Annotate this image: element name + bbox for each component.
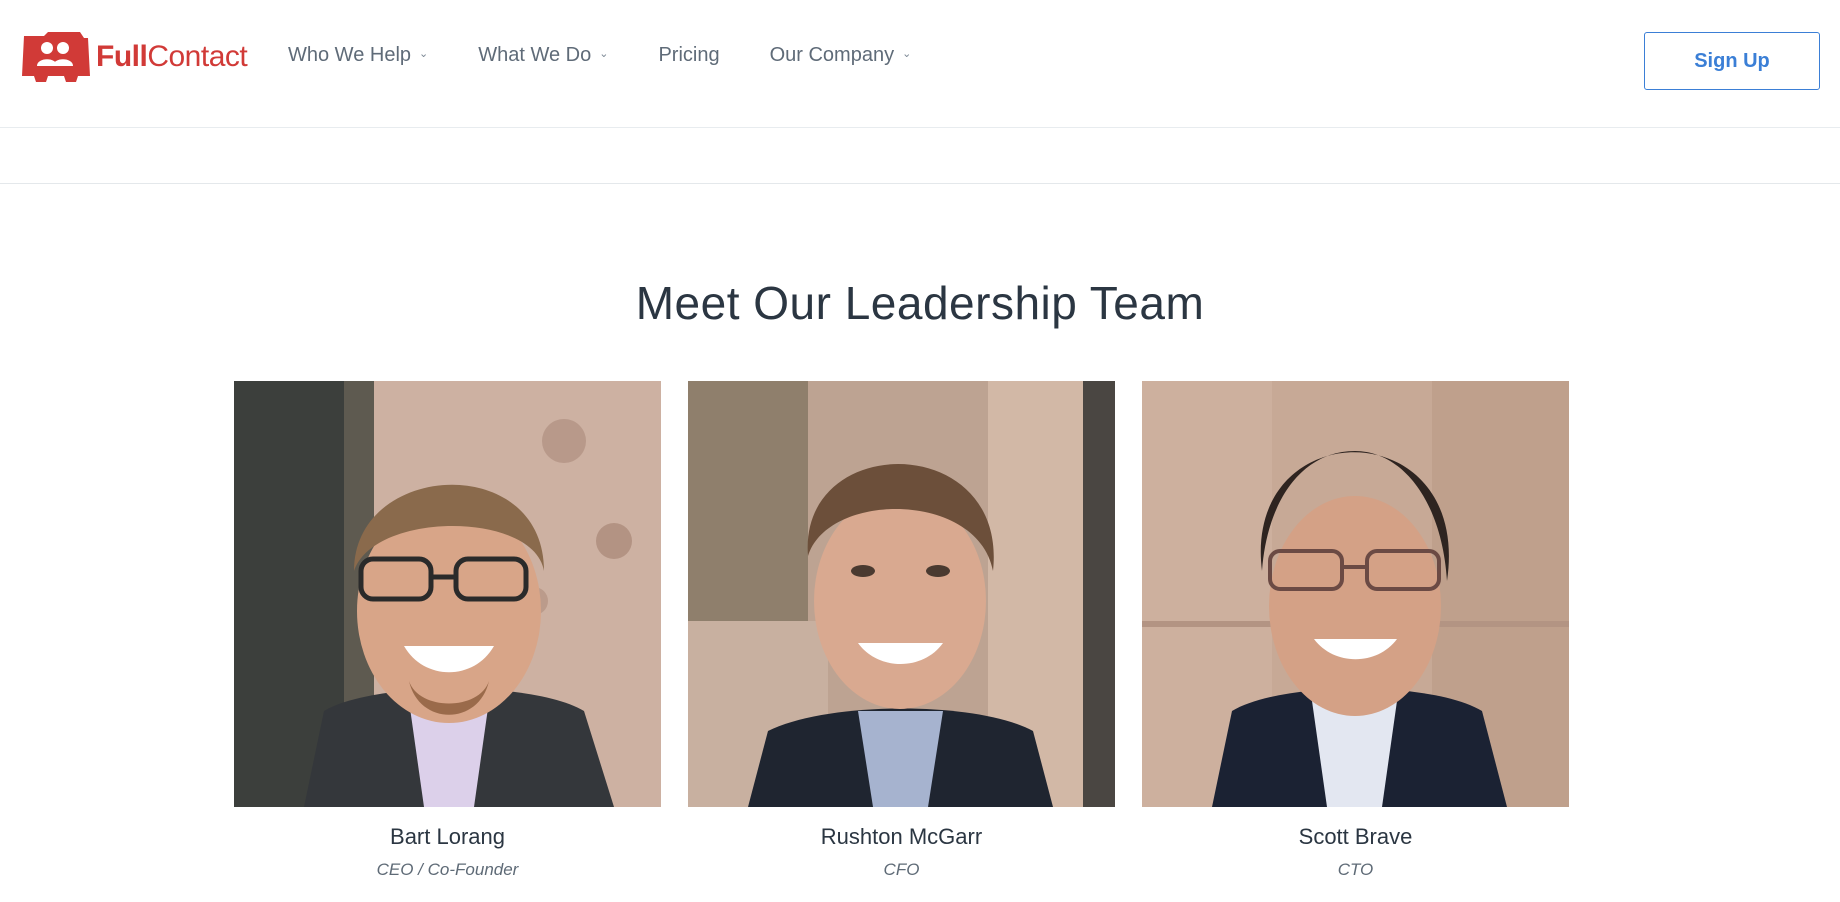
logo-text-bold: Full [96, 40, 148, 73]
nav-item-pricing[interactable]: Pricing [658, 44, 719, 67]
nav-item-label: What We Do [478, 44, 592, 66]
main-nav: Who We Help ⌄ What We Do ⌄ Pricing Our C… [288, 44, 961, 67]
logo-icon [20, 32, 92, 82]
chevron-down-icon: ⌄ [419, 48, 429, 60]
team-member-card: Bart Lorang CEO / Co-Founder [234, 381, 661, 880]
chevron-down-icon: ⌄ [902, 48, 912, 60]
sub-navigation-bar [0, 128, 1840, 184]
nav-item-label: Our Company [769, 44, 895, 66]
team-member-photo [1142, 381, 1569, 807]
team-member-role: CTO [1337, 860, 1374, 879]
team-member-role: CFO [883, 860, 920, 879]
team-member-name: Scott Brave [1298, 824, 1413, 849]
sign-up-button[interactable]: Sign Up [1644, 32, 1820, 90]
team-member-photo [234, 381, 661, 807]
logo-text: FullContact [96, 40, 248, 74]
team-member-name: Bart Lorang [390, 824, 505, 849]
team-member-photo [688, 381, 1115, 807]
nav-item-label: Pricing [658, 44, 720, 66]
chevron-down-icon: ⌄ [599, 48, 609, 60]
team-member-card: Scott Brave CTO [1142, 381, 1569, 880]
team-member-role: CEO / Co-Founder [376, 860, 519, 879]
nav-item-who-we-help[interactable]: Who We Help ⌄ [288, 44, 428, 67]
nav-item-what-we-do[interactable]: What We Do ⌄ [478, 44, 608, 67]
nav-item-our-company[interactable]: Our Company ⌄ [770, 44, 912, 67]
team-member-name: Rushton McGarr [820, 824, 983, 849]
nav-item-label: Who We Help [288, 44, 412, 66]
page-title: Meet Our Leadership Team [635, 277, 1205, 329]
team-member-card: Rushton McGarr CFO [688, 381, 1115, 880]
logo-text-regular: Contact [147, 40, 248, 73]
site-header: FullContact Who We Help ⌄ What We Do ⌄ P… [0, 0, 1840, 128]
fullcontact-logo[interactable]: FullContact [20, 32, 248, 82]
